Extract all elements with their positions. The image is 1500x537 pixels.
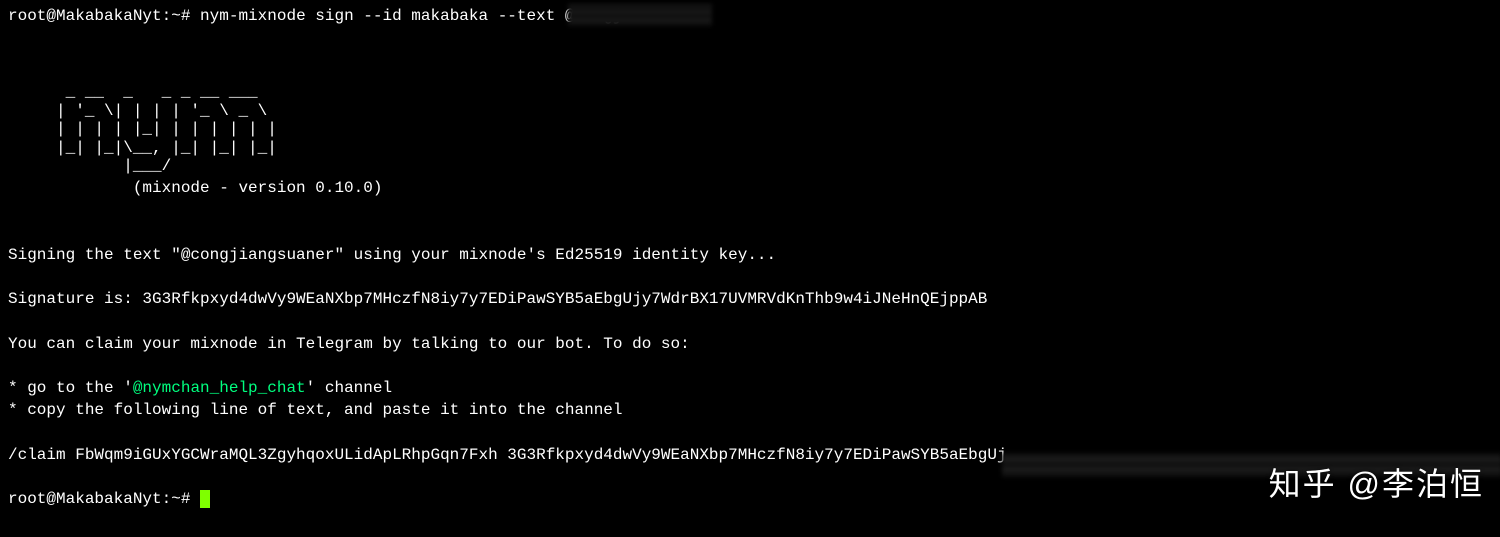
nym-ascii-logo: _ __ _ _ _ __ ___ | '_ \| | | | '_ \ _ \… xyxy=(8,83,1492,175)
bullet-2: * copy the following line of text, and p… xyxy=(8,399,1492,421)
claim-intro-line: You can claim your mixnode in Telegram b… xyxy=(8,333,1492,355)
prompt-path: :~# xyxy=(162,7,191,25)
watermark-text: 知乎 @李泊恒 xyxy=(1269,462,1484,507)
version-line: (mixnode - version 0.10.0) xyxy=(8,177,1492,199)
cursor-icon xyxy=(200,490,210,508)
bullet-1: * go to the '@nymchan_help_chat' channel xyxy=(8,377,1492,399)
telegram-channel-link[interactable]: @nymchan_help_chat xyxy=(133,379,306,397)
prompt-path-2: :~# xyxy=(162,490,200,508)
prompt-userhost-2: root@MakabakaNyt xyxy=(8,490,162,508)
censored-region-1 xyxy=(568,4,712,26)
prompt-line-1: root@MakabakaNyt:~# nym-mixnode sign --i… xyxy=(8,5,1492,27)
command-text[interactable]: nym-mixnode sign --id makabaka --text @c… xyxy=(200,7,622,25)
signature-line: Signature is: 3G3Rfkpxyd4dwVy9WEaNXbp7MH… xyxy=(8,288,1492,310)
prompt-userhost: root@MakabakaNyt xyxy=(8,7,162,25)
signing-text-line: Signing the text "@congjiangsuaner" usin… xyxy=(8,244,1492,266)
